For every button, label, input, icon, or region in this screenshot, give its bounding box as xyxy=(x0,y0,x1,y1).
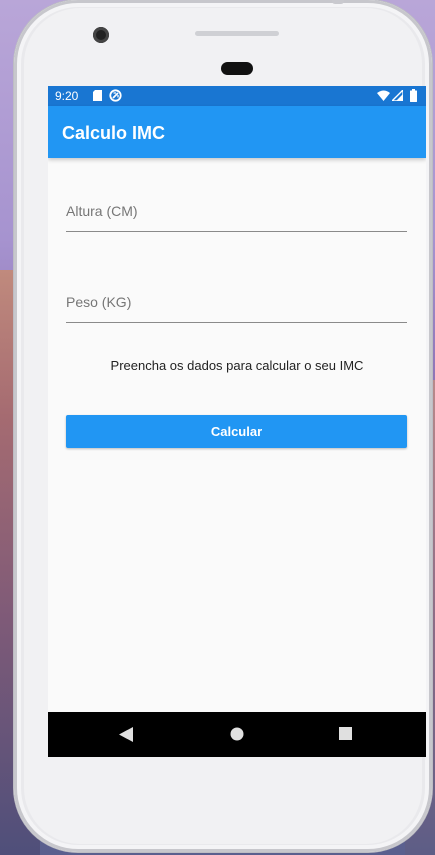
back-icon[interactable] xyxy=(119,727,133,742)
device-screen: 9:20 Calculo IMC Altura (CM) Peso (KG) P… xyxy=(48,86,426,757)
battery-icon xyxy=(410,89,417,102)
app-bar: Calculo IMC xyxy=(48,106,426,158)
top-speaker-grille xyxy=(195,31,279,36)
earpiece xyxy=(221,62,253,75)
sync-icon xyxy=(109,89,122,102)
recents-icon[interactable] xyxy=(339,727,352,740)
info-text: Preencha os dados para calcular o seu IM… xyxy=(110,358,364,373)
status-bar: 9:20 xyxy=(48,86,426,106)
height-field[interactable] xyxy=(66,191,407,232)
sd-card-icon xyxy=(93,90,102,101)
weight-input[interactable] xyxy=(66,282,407,322)
weight-field[interactable] xyxy=(66,282,407,323)
home-icon[interactable] xyxy=(230,727,244,741)
phone-frame: 9:20 Calculo IMC Altura (CM) Peso (KG) P… xyxy=(14,0,432,852)
cell-signal-icon xyxy=(392,90,403,101)
power-button xyxy=(332,0,344,4)
front-camera xyxy=(93,27,109,43)
app-title: Calculo IMC xyxy=(62,123,166,143)
nav-bar xyxy=(48,712,426,757)
height-input[interactable] xyxy=(66,191,407,231)
wifi-icon xyxy=(377,90,390,101)
calculate-button[interactable]: Calcular xyxy=(66,415,407,448)
status-time: 9:20 xyxy=(55,89,79,103)
